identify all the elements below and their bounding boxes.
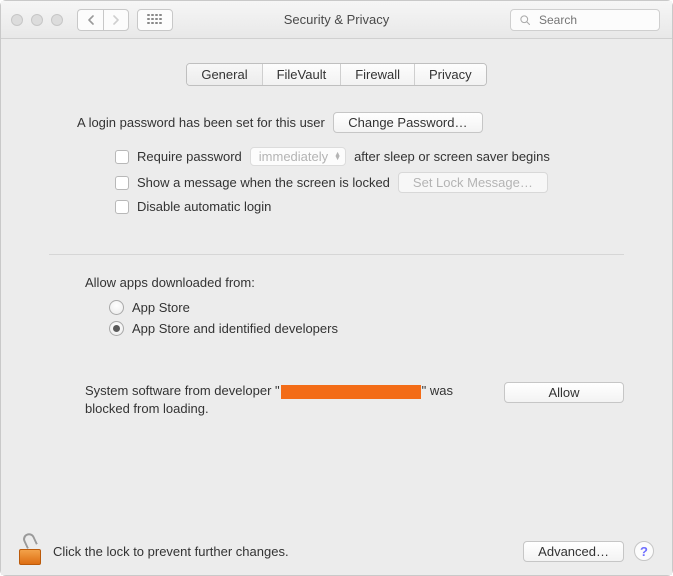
redacted-developer-name — [281, 385, 421, 399]
tab-privacy[interactable]: Privacy — [415, 64, 486, 85]
login-password-text: A login password has been set for this u… — [77, 115, 325, 130]
titlebar: Security & Privacy — [1, 1, 672, 39]
gatekeeper-appstore-row: App Store — [109, 300, 672, 315]
divider — [49, 254, 624, 255]
require-password-checkbox[interactable] — [115, 150, 129, 164]
general-pane: A login password has been set for this u… — [1, 86, 672, 214]
tab-general[interactable]: General — [187, 64, 262, 85]
nav-buttons — [77, 9, 129, 31]
forward-button[interactable] — [103, 9, 129, 31]
tab-bar: General FileVault Firewall Privacy — [186, 63, 486, 86]
require-password-after-text: after sleep or screen saver begins — [354, 149, 550, 164]
advanced-button[interactable]: Advanced… — [523, 541, 624, 562]
disable-auto-login-row: Disable automatic login — [115, 199, 624, 214]
gatekeeper-identified-radio[interactable] — [109, 321, 124, 336]
back-button[interactable] — [77, 9, 103, 31]
gatekeeper-identified-label: App Store and identified developers — [132, 321, 338, 336]
set-lock-message-button: Set Lock Message… — [398, 172, 548, 193]
close-icon[interactable] — [11, 14, 23, 26]
blocked-prefix: System software from developer " — [85, 383, 280, 398]
blocked-software-row: System software from developer "" was bl… — [85, 382, 624, 418]
require-password-delay-value: immediately — [259, 149, 328, 164]
require-password-delay-select[interactable]: immediately ▲▼ — [250, 147, 346, 166]
grid-icon — [147, 14, 163, 26]
tab-filevault[interactable]: FileVault — [263, 64, 342, 85]
footer: Click the lock to prevent further change… — [1, 527, 672, 575]
search-icon — [519, 14, 531, 26]
preferences-window: Security & Privacy General FileVault Fir… — [0, 0, 673, 576]
help-button[interactable]: ? — [634, 541, 654, 561]
show-message-label: Show a message when the screen is locked — [137, 175, 390, 190]
tab-firewall[interactable]: Firewall — [341, 64, 415, 85]
search-input[interactable] — [537, 12, 637, 28]
allow-button[interactable]: Allow — [504, 382, 624, 403]
show-all-button[interactable] — [137, 9, 173, 31]
minimize-icon[interactable] — [31, 14, 43, 26]
require-password-row: Require password immediately ▲▼ after sl… — [115, 147, 624, 166]
chevron-left-icon — [87, 15, 95, 25]
gatekeeper-heading: Allow apps downloaded from: — [85, 275, 672, 290]
change-password-button[interactable]: Change Password… — [333, 112, 483, 133]
gatekeeper-appstore-label: App Store — [132, 300, 190, 315]
show-message-row: Show a message when the screen is locked… — [115, 172, 624, 193]
window-controls — [1, 14, 63, 26]
show-message-checkbox[interactable] — [115, 176, 129, 190]
zoom-icon[interactable] — [51, 14, 63, 26]
updown-icon: ▲▼ — [334, 153, 341, 161]
require-password-label: Require password — [137, 149, 242, 164]
blocked-software-message: System software from developer "" was bl… — [85, 382, 464, 418]
content: General FileVault Firewall Privacy A log… — [1, 39, 672, 575]
gatekeeper-identified-row: App Store and identified developers — [109, 321, 672, 336]
lock-icon[interactable] — [19, 537, 41, 565]
disable-auto-login-label: Disable automatic login — [137, 199, 271, 214]
search-field[interactable] — [510, 9, 660, 31]
chevron-right-icon — [112, 15, 120, 25]
disable-auto-login-checkbox[interactable] — [115, 200, 129, 214]
login-password-row: A login password has been set for this u… — [77, 112, 624, 133]
lock-text: Click the lock to prevent further change… — [53, 544, 289, 559]
gatekeeper-appstore-radio[interactable] — [109, 300, 124, 315]
